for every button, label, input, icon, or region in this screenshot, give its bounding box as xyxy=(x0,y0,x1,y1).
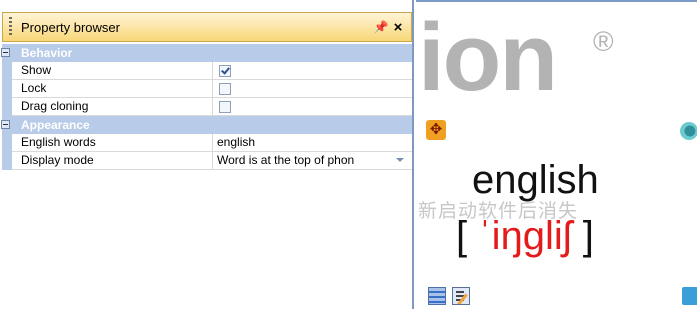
property-browser-panel: Property browser 📌 × Behavior Show Lock … xyxy=(0,0,414,309)
property-value xyxy=(213,62,412,79)
category-behavior[interactable]: Behavior xyxy=(1,44,412,62)
property-value xyxy=(213,98,412,115)
property-name: Show xyxy=(12,62,213,79)
preview-canvas: ion ® ✥ english 新启动软件后消失 [ ˈiŋgliʃ ] xyxy=(416,0,697,309)
drag-cloning-checkbox[interactable] xyxy=(219,101,231,113)
display-mode-dropdown[interactable]: Word is at the top of phon xyxy=(213,152,412,169)
property-value xyxy=(213,80,412,97)
logo-text: ion xyxy=(418,4,558,111)
collapse-toggle-icon[interactable] xyxy=(1,48,10,57)
category-label: Appearance xyxy=(21,118,90,132)
lock-checkbox[interactable] xyxy=(219,83,231,95)
property-row-lock[interactable]: Lock xyxy=(12,80,412,98)
property-row-display-mode[interactable]: Display mode Word is at the top of phon xyxy=(12,152,412,170)
chevron-down-icon[interactable] xyxy=(396,158,404,162)
phonetic-transcription[interactable]: [ ˈiŋgliʃ ] xyxy=(456,212,594,260)
panel-title: Property browser xyxy=(21,19,120,35)
grid-gutter xyxy=(2,44,12,170)
drag-grip-icon[interactable] xyxy=(9,17,12,37)
property-row-drag-cloning[interactable]: Drag cloning xyxy=(12,98,412,116)
property-name: Display mode xyxy=(12,152,213,169)
property-name: Lock xyxy=(12,80,213,97)
property-row-english-words[interactable]: English words english xyxy=(12,134,412,152)
divider xyxy=(416,0,697,2)
move-icon[interactable]: ✥ xyxy=(426,120,446,140)
close-icon[interactable]: × xyxy=(389,19,407,36)
pin-icon[interactable]: 📌 xyxy=(373,20,389,34)
display-mode-value: Word is at the top of phon xyxy=(217,153,355,167)
rotate-icon[interactable] xyxy=(682,287,697,305)
registered-mark: ® xyxy=(593,26,614,57)
property-row-show[interactable]: Show xyxy=(12,62,412,80)
property-name: English words xyxy=(12,134,213,151)
property-grid: Behavior Show Lock Drag cloning Appearan… xyxy=(1,44,412,170)
phonetic-symbols: ˈiŋgliʃ xyxy=(478,214,572,258)
property-name: Drag cloning xyxy=(12,98,213,115)
bracket-close: ] xyxy=(582,214,594,258)
bracket-open: [ xyxy=(456,214,468,258)
collapse-toggle-icon[interactable] xyxy=(1,120,10,129)
category-appearance[interactable]: Appearance xyxy=(1,116,412,134)
show-checkbox[interactable] xyxy=(219,65,231,77)
list-icon[interactable] xyxy=(428,287,446,305)
refresh-icon[interactable] xyxy=(680,122,697,140)
edit-icon[interactable] xyxy=(452,287,470,305)
property-browser-title-bar[interactable]: Property browser 📌 × xyxy=(2,12,412,42)
category-label: Behavior xyxy=(21,46,73,60)
english-words-value[interactable]: english xyxy=(213,134,412,151)
